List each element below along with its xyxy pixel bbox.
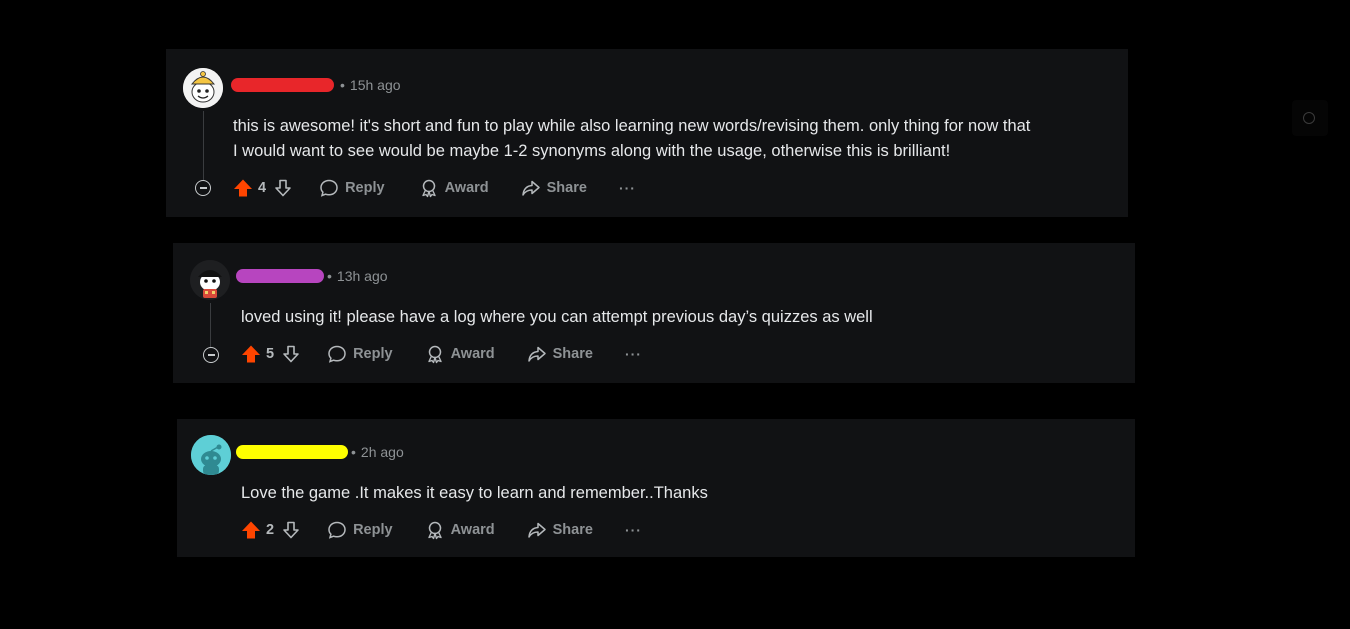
floating-indicator[interactable] [1292, 100, 1328, 136]
reply-button[interactable]: Reply [327, 344, 393, 364]
upvote-button[interactable] [240, 343, 262, 365]
comment-thread-page: • 15h ago this is awesome! it's short an… [0, 0, 1350, 629]
downvote-icon [275, 179, 291, 197]
comment-meta: • 2h ago [236, 444, 404, 460]
downvote-button[interactable] [280, 343, 302, 365]
award-icon [427, 521, 442, 540]
share-label: Share [546, 180, 587, 196]
user-avatar[interactable] [191, 435, 231, 475]
downvote-button[interactable] [272, 177, 294, 199]
share-icon [527, 346, 546, 362]
more-options-button[interactable]: ··· [625, 346, 642, 362]
reply-button[interactable]: Reply [327, 520, 393, 540]
comment-body: loved using it! please have a log where … [241, 305, 1121, 330]
comment-actions: 5 Reply Award Share ··· [240, 343, 642, 365]
reply-icon [328, 345, 346, 363]
comment-body: this is awesome! it's short and fun to p… [233, 114, 1113, 164]
redacted-username [236, 269, 324, 283]
downvote-icon [283, 345, 299, 363]
comment-card: • 13h ago loved using it! please have a … [173, 243, 1135, 383]
award-label: Award [450, 346, 495, 362]
share-label: Share [552, 522, 593, 538]
comment-body-line: I would want to see would be maybe 1-2 s… [233, 142, 951, 160]
reply-label: Reply [353, 522, 393, 538]
comment-body-line: Love the game .It makes it easy to learn… [241, 484, 708, 502]
meta-separator: • [340, 77, 345, 93]
more-options-button[interactable]: ··· [625, 522, 642, 538]
share-icon [527, 522, 546, 538]
comment-body: Love the game .It makes it easy to learn… [241, 481, 1121, 506]
comment-body-line: this is awesome! it's short and fun to p… [233, 117, 1031, 135]
vote-score: 2 [266, 522, 275, 538]
upvote-icon [242, 345, 260, 363]
snoo-default-avatar-teal-icon [191, 435, 231, 475]
snoo-avatar-dark-hat-icon [190, 260, 230, 300]
share-button[interactable]: Share [527, 344, 593, 364]
comment-card: • 2h ago Love the game .It makes it easy… [177, 419, 1135, 557]
meta-separator: • [327, 268, 332, 284]
collapse-thread-button[interactable] [203, 347, 219, 363]
thread-line[interactable] [203, 111, 204, 185]
comment-meta: • 13h ago [236, 268, 388, 284]
upvote-icon [242, 521, 260, 539]
vote-score: 5 [266, 346, 275, 362]
upvote-button[interactable] [232, 177, 254, 199]
reply-button[interactable]: Reply [319, 178, 385, 198]
snoo-avatar-yellow-hat-icon [183, 68, 223, 108]
share-label: Share [552, 346, 593, 362]
reply-icon [320, 179, 338, 197]
circle-icon [1303, 112, 1315, 124]
award-icon [421, 179, 436, 198]
redacted-username [231, 78, 334, 92]
meta-separator: • [351, 444, 356, 460]
share-button[interactable]: Share [521, 178, 587, 198]
more-options-button[interactable]: ··· [619, 180, 636, 196]
vote-score: 4 [258, 180, 267, 196]
user-avatar[interactable] [190, 260, 230, 300]
comment-actions: 2 Reply Award Share ··· [240, 519, 642, 541]
comment-body-line: loved using it! please have a log where … [241, 308, 873, 326]
downvote-button[interactable] [280, 519, 302, 541]
comment-timestamp[interactable]: 13h ago [337, 268, 388, 284]
reply-icon [328, 521, 346, 539]
award-label: Award [450, 522, 495, 538]
award-button[interactable]: Award [419, 178, 489, 198]
collapse-thread-button[interactable] [195, 180, 211, 196]
reply-label: Reply [353, 346, 393, 362]
share-button[interactable]: Share [527, 520, 593, 540]
award-label: Award [444, 180, 489, 196]
share-icon [521, 180, 540, 196]
award-button[interactable]: Award [425, 344, 495, 364]
upvote-button[interactable] [240, 519, 262, 541]
upvote-icon [234, 179, 252, 197]
comment-timestamp[interactable]: 15h ago [350, 77, 401, 93]
award-icon [427, 345, 442, 364]
comment-actions: 4 Reply Award Share ··· [232, 177, 636, 199]
reply-label: Reply [345, 180, 385, 196]
comment-timestamp[interactable]: 2h ago [361, 444, 404, 460]
downvote-icon [283, 521, 299, 539]
user-avatar[interactable] [183, 68, 223, 108]
comment-meta: • 15h ago [231, 77, 401, 93]
award-button[interactable]: Award [425, 520, 495, 540]
redacted-username [236, 445, 348, 459]
comment-card: • 15h ago this is awesome! it's short an… [166, 49, 1128, 217]
